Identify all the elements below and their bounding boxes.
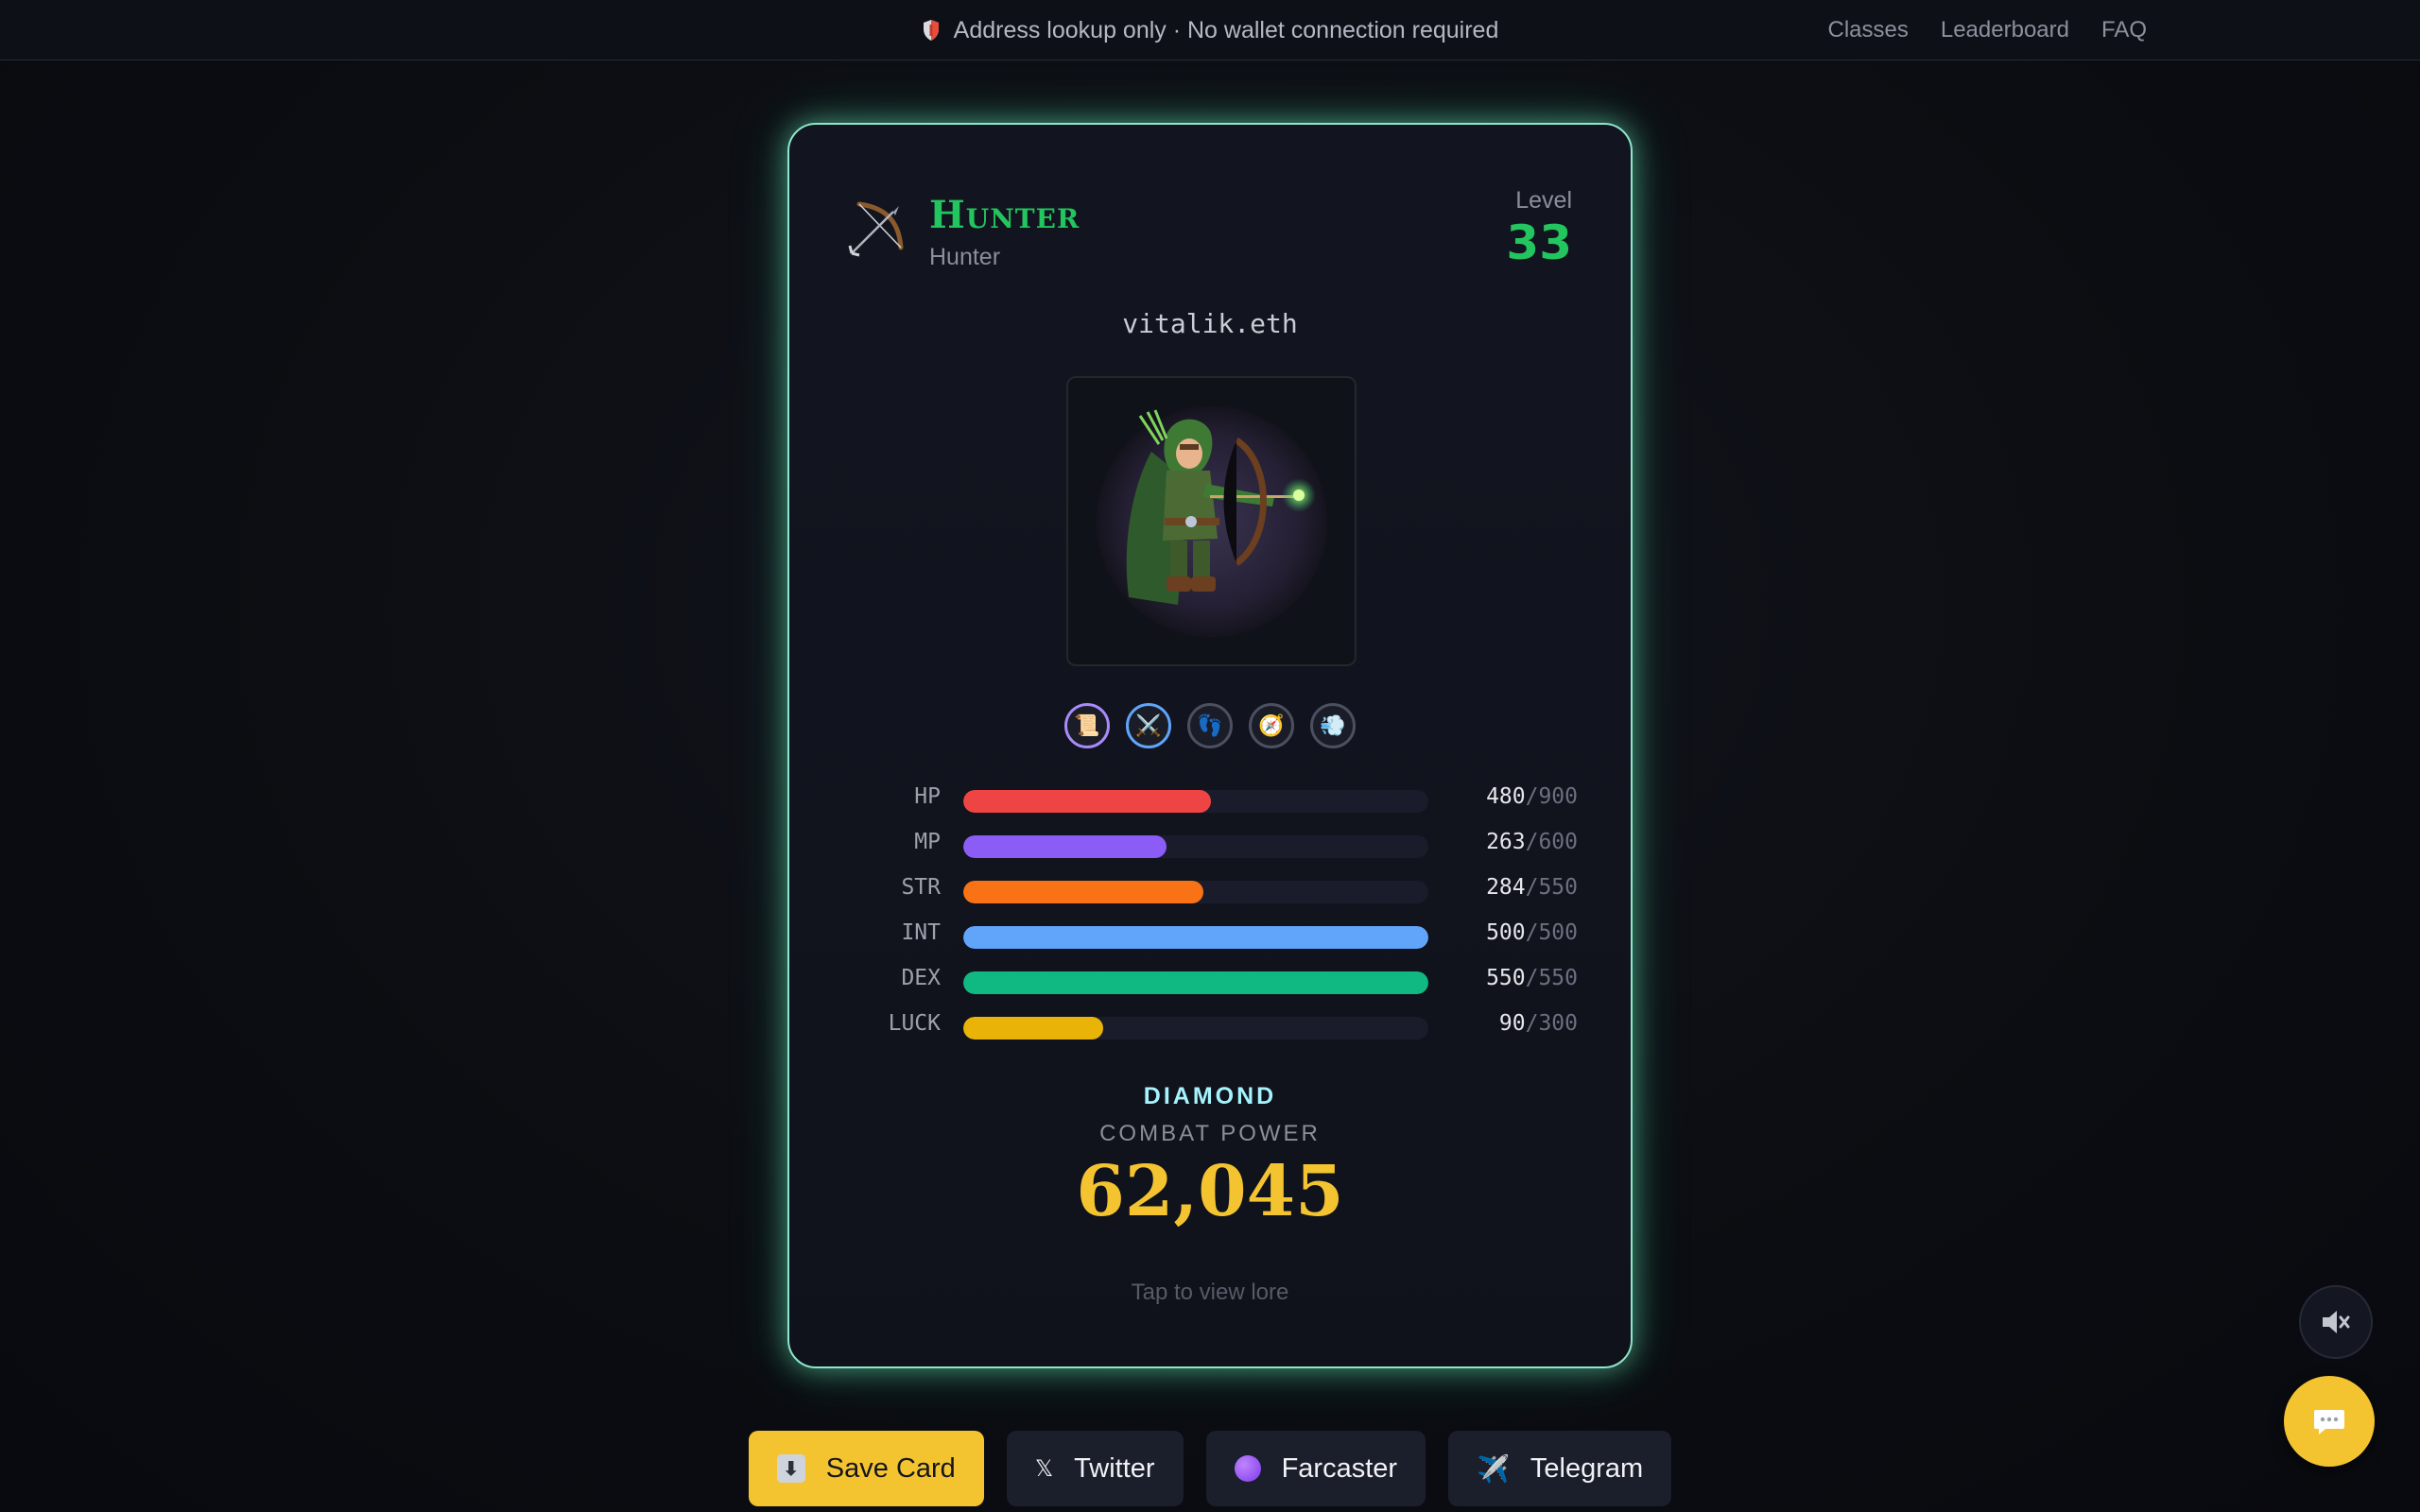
save-card-button[interactable]: ⬇ Save Card: [748, 1431, 984, 1506]
combat-power-value: 62,045: [1076, 1151, 1344, 1232]
stat-value: 284/550: [1486, 875, 1578, 900]
stats-panel: HP 480/900 MP 263/600 STR 284/550 INT 50…: [846, 777, 1578, 1049]
share-twitter-button[interactable]: 𝕏 Twitter: [1006, 1431, 1184, 1506]
stat-bar-track: [963, 835, 1428, 858]
stat-value: 500/500: [1486, 920, 1578, 945]
character-card[interactable]: Hunter Hunter Level 33 vitalik.eth 📜 ⚔️ …: [787, 123, 1633, 1368]
privacy-notice-text: Address lookup only · No wallet connecti…: [953, 16, 1499, 43]
stat-value: 263/600: [1486, 830, 1578, 854]
top-bar: Address lookup only · No wallet connecti…: [0, 0, 2420, 60]
dash-cloud-icon[interactable]: 💨: [1310, 703, 1356, 748]
stat-bar-fill: [963, 926, 1428, 949]
stat-bar-fill: [963, 881, 1203, 903]
stat-bar-track: [963, 971, 1428, 994]
stat-label: LUCK: [888, 1011, 941, 1036]
stat-bar-track: [963, 881, 1428, 903]
speech-bubble-icon: [2314, 1410, 2344, 1435]
telegram-label: Telegram: [1530, 1452, 1644, 1484]
bow-and-arrow-icon: [848, 201, 904, 257]
top-nav: Classes Leaderboard FAQ: [1828, 0, 2148, 60]
stat-label: MP: [914, 830, 941, 854]
stat-bar-fill: [963, 1017, 1103, 1040]
stat-label: HP: [914, 784, 941, 809]
stat-row-int: INT 500/500: [846, 913, 1578, 958]
twitter-label: Twitter: [1074, 1452, 1155, 1484]
nav-link-leaderboard[interactable]: Leaderboard: [1941, 17, 2069, 43]
stat-bar-track: [963, 790, 1428, 813]
stat-row-luck: LUCK 90/300: [846, 1004, 1578, 1049]
x-logo-icon: 𝕏: [1034, 1455, 1054, 1482]
footprints-icon[interactable]: 👣: [1187, 703, 1233, 748]
class-subtitle: Hunter: [929, 244, 1001, 270]
stat-bar-track: [963, 1017, 1428, 1040]
stat-row-mp: MP 263/600: [846, 822, 1578, 868]
archer-illustration: [1097, 406, 1327, 637]
nav-link-faq[interactable]: FAQ: [2101, 17, 2147, 43]
share-farcaster-button[interactable]: Farcaster: [1205, 1431, 1426, 1506]
lore-hint[interactable]: Tap to view lore: [789, 1280, 1631, 1306]
farcaster-label: Farcaster: [1281, 1452, 1398, 1484]
level-label: Level: [1515, 187, 1572, 214]
speaker-muted-icon: [2323, 1311, 2350, 1333]
crossed-swords-icon[interactable]: ⚔️: [1126, 703, 1171, 748]
stat-value: 480/900: [1486, 784, 1578, 809]
stat-row-dex: DEX 550/550: [846, 958, 1578, 1004]
stat-bar-fill: [963, 835, 1167, 858]
share-actions: ⬇ Save Card 𝕏 Twitter Farcaster ✈️ Teleg…: [0, 1431, 2420, 1506]
stat-value: 550/550: [1486, 966, 1578, 990]
stat-value: 90/300: [1498, 1011, 1578, 1036]
sound-toggle-button[interactable]: [2299, 1285, 2373, 1359]
scroll-icon[interactable]: 📜: [1064, 703, 1110, 748]
chat-button[interactable]: [2284, 1376, 2375, 1467]
stat-bar-fill: [963, 971, 1428, 994]
stat-bar-track: [963, 926, 1428, 949]
stat-label: INT: [901, 920, 941, 945]
share-telegram-button[interactable]: ✈️ Telegram: [1448, 1431, 1672, 1506]
stat-label: DEX: [901, 966, 941, 990]
shield-icon: [923, 20, 939, 41]
ability-badges: 📜 ⚔️ 👣 🧭 💨: [789, 703, 1631, 748]
class-name: Hunter: [929, 193, 1080, 237]
combat-power-label: COMBAT POWER: [1099, 1121, 1321, 1146]
stat-row-hp: HP 480/900: [846, 777, 1578, 822]
download-icon: ⬇: [776, 1454, 805, 1483]
stat-row-str: STR 284/550: [846, 868, 1578, 913]
tier-label: DIAMOND: [1143, 1083, 1277, 1109]
stat-bar-fill: [963, 790, 1212, 813]
save-card-label: Save Card: [825, 1452, 956, 1484]
airplane-icon: ✈️: [1477, 1453, 1510, 1484]
level-value: 33: [1506, 215, 1572, 270]
nav-link-classes[interactable]: Classes: [1828, 17, 1909, 43]
stat-label: STR: [901, 875, 941, 900]
character-portrait: [1066, 376, 1357, 666]
farcaster-icon: [1234, 1455, 1261, 1482]
compass-icon[interactable]: 🧭: [1249, 703, 1294, 748]
wallet-address: vitalik.eth: [1122, 308, 1298, 339]
